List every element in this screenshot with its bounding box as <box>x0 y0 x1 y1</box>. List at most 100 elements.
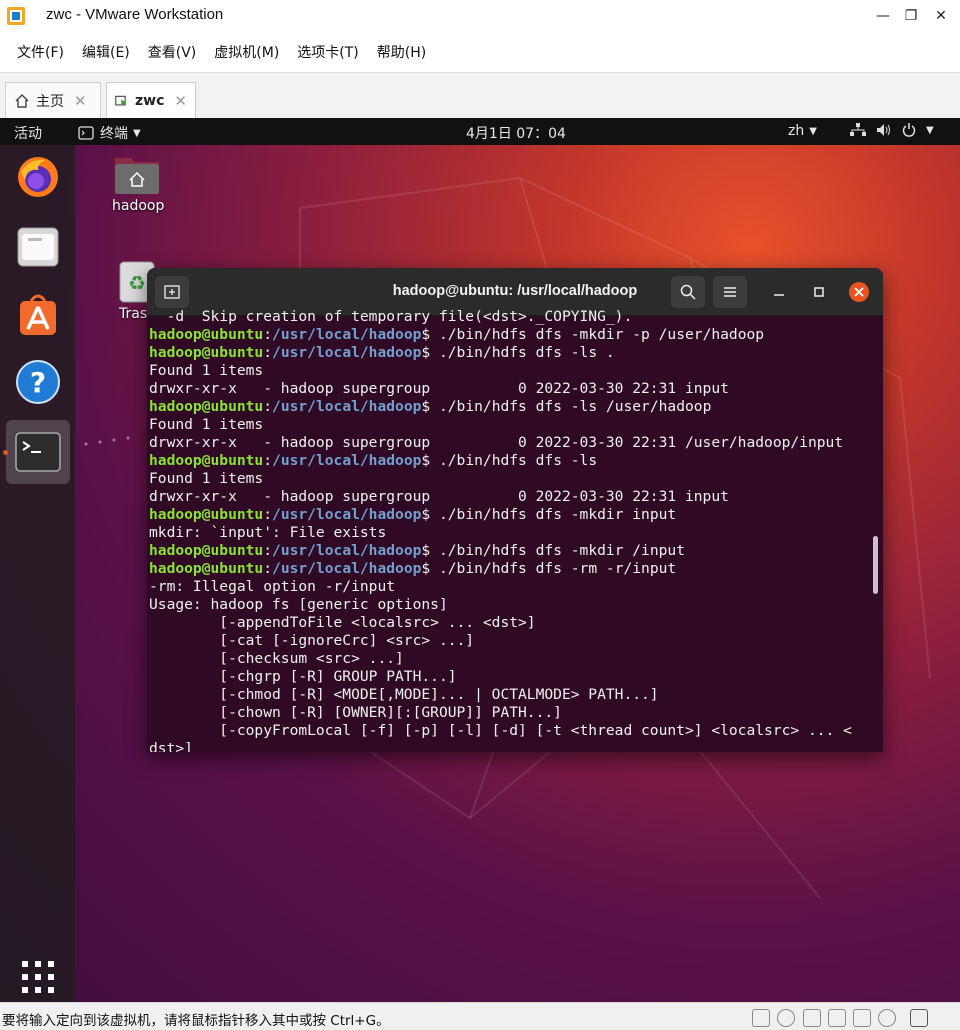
tab-zwc-close-icon[interactable]: ✕ <box>174 92 187 110</box>
menu-vm[interactable]: 虚拟机(M) <box>205 42 288 62</box>
terminal-scrollbar[interactable] <box>873 536 878 594</box>
menu-edit[interactable]: 编辑(E) <box>73 42 139 62</box>
prompt-separator: : <box>263 452 273 469</box>
prompt-path: /usr/local/hadoop <box>272 344 422 361</box>
prompt-separator: : <box>263 326 273 343</box>
prompt-path: /usr/local/hadoop <box>272 560 422 577</box>
search-icon <box>680 284 696 300</box>
command-text: $ ./bin/hdfs dfs -ls <box>421 452 598 469</box>
terminal-window[interactable]: hadoop@ubuntu: /usr/local/hadoop -d Skip… <box>147 268 883 752</box>
window-title: zwc - VMware Workstation <box>46 6 224 23</box>
close-icon[interactable] <box>848 281 870 303</box>
status-bar: 要将输入定向到该虚拟机，请将鼠标指针移入其中或按 Ctrl+G。 <box>0 1002 960 1030</box>
software-launcher[interactable] <box>14 290 62 338</box>
terminal-line: drwxr-xr-x - hadoop supergroup 0 2022-03… <box>149 380 729 397</box>
terminal-line: [-checksum <src> ...] <box>149 650 404 667</box>
terminal-line: mkdir: `input': File exists <box>149 524 387 541</box>
chevron-down-icon: ▼ <box>926 124 934 136</box>
status-message: 要将输入定向到该虚拟机，请将鼠标指针移入其中或按 Ctrl+G。 <box>2 1013 390 1029</box>
fullscreen-icon[interactable] <box>910 1009 928 1027</box>
show-applications-button[interactable] <box>14 953 62 1001</box>
input-method-indicator[interactable]: zh ▼ <box>788 123 817 139</box>
firefox-launcher[interactable] <box>14 153 62 201</box>
clock[interactable]: 4月1日 07：04 <box>466 123 566 143</box>
cdrom-icon[interactable] <box>777 1009 795 1027</box>
prompt-separator: : <box>263 560 273 577</box>
search-button[interactable] <box>671 276 705 308</box>
home-icon <box>15 93 29 108</box>
printer-icon[interactable] <box>878 1009 896 1027</box>
hdd-icon[interactable] <box>752 1009 770 1027</box>
prompt-user: hadoop@ubuntu <box>149 542 264 559</box>
menu-bar: 文件(F) 编辑(E) 查看(V) 虚拟机(M) 选项卡(T) 帮助(H) <box>0 32 960 72</box>
terminal-small-icon <box>78 126 94 140</box>
network-icon <box>850 123 866 136</box>
power-icon <box>902 123 916 137</box>
running-indicator <box>3 450 8 455</box>
hamburger-menu-button[interactable] <box>713 276 747 308</box>
maximize-icon[interactable] <box>813 286 825 298</box>
menu-file[interactable]: 文件(F) <box>8 42 73 62</box>
terminal-launcher[interactable] <box>14 428 62 476</box>
tab-home-close-icon[interactable]: ✕ <box>74 92 87 110</box>
tab-zwc-label: zwc <box>135 93 165 109</box>
home-folder-icon[interactable] <box>113 152 161 196</box>
prompt-user: hadoop@ubuntu <box>149 326 264 343</box>
dock: ? <box>0 145 75 1002</box>
help-icon: ? <box>16 360 60 404</box>
volume-icon <box>877 124 890 136</box>
firefox-icon <box>18 157 58 197</box>
chevron-down-icon: ▼ <box>809 125 817 137</box>
ubuntu-software-icon <box>20 294 56 335</box>
terminal-icon <box>15 432 61 472</box>
prompt-path: /usr/local/hadoop <box>272 326 422 343</box>
menu-tabs[interactable]: 选项卡(T) <box>288 42 367 62</box>
prompt-separator: : <box>263 542 273 559</box>
activities-button[interactable]: 活动 <box>14 123 42 143</box>
terminal-line: drwxr-xr-x - hadoop supergroup 0 2022-03… <box>149 434 844 451</box>
prompt-path: /usr/local/hadoop <box>272 542 422 559</box>
command-text: $ ./bin/hdfs dfs -ls /user/hadoop <box>421 398 712 415</box>
menu-help[interactable]: 帮助(H) <box>368 42 435 62</box>
gnome-top-bar: 活动 终端 ▼ 4月1日 07：04 zh ▼ ▼ <box>0 118 960 145</box>
tab-home[interactable]: 主页 ✕ <box>5 82 101 118</box>
sound-icon[interactable] <box>853 1009 871 1027</box>
terminal-line: [-chown [-R] [OWNER][:[GROUP]] PATH...] <box>149 704 562 721</box>
files-launcher[interactable] <box>14 222 62 270</box>
svg-text:♻: ♻ <box>128 271 146 295</box>
terminal-app-menu[interactable]: 终端 ▼ <box>78 123 141 143</box>
close-window-button[interactable]: ✕ <box>924 0 958 32</box>
network-adapter-icon[interactable] <box>803 1009 821 1027</box>
prompt-path: /usr/local/hadoop <box>272 398 422 415</box>
help-launcher[interactable]: ? <box>14 358 62 406</box>
terminal-line: drwxr-xr-x - hadoop supergroup 0 2022-03… <box>149 488 729 505</box>
terminal-line: [-chmod [-R] <MODE[,MODE]... | OCTALMODE… <box>149 686 659 703</box>
prompt-user: hadoop@ubuntu <box>149 344 264 361</box>
maximize-button[interactable]: ❐ <box>894 0 928 32</box>
command-text: $ ./bin/hdfs dfs -mkdir -p /user/hadoop <box>421 326 765 343</box>
vmware-logo-icon <box>7 7 25 25</box>
vm-display[interactable]: 活动 终端 ▼ 4月1日 07：04 zh ▼ ▼ ? hadoop ♻ Tra… <box>0 118 960 1002</box>
terminal-line: Found 1 items <box>149 416 264 433</box>
prompt-user: hadoop@ubuntu <box>149 398 264 415</box>
terminal-line: hadoop@ubuntu:/usr/local/hadoop$ ./bin/h… <box>149 344 871 362</box>
usb-icon[interactable] <box>828 1009 846 1027</box>
terminal-output[interactable]: -d Skip creation of temporary file(<dst>… <box>149 308 871 752</box>
minimize-icon[interactable] <box>773 287 785 297</box>
files-icon <box>17 227 59 267</box>
terminal-line: Found 1 items <box>149 362 264 379</box>
terminal-line: -rm: Illegal option -r/input <box>149 578 396 595</box>
prompt-separator: : <box>263 344 273 361</box>
system-menu[interactable]: ▼ <box>850 123 934 137</box>
svg-text:?: ? <box>30 366 46 399</box>
terminal-line: [-copyFromLocal [-f] [-p] [-l] [-d] [-t … <box>149 722 852 739</box>
prompt-path: /usr/local/hadoop <box>272 506 422 523</box>
app-grid-icon <box>22 961 54 993</box>
menu-view[interactable]: 查看(V) <box>139 42 206 62</box>
tab-zwc[interactable]: zwc ✕ <box>106 82 196 119</box>
tab-strip: 主页 ✕ zwc ✕ <box>0 72 960 119</box>
command-text: $ ./bin/hdfs dfs -mkdir input <box>421 506 677 523</box>
prompt-user: hadoop@ubuntu <box>149 506 264 523</box>
hamburger-menu-icon <box>724 287 736 297</box>
terminal-line: Usage: hadoop fs [generic options] <box>149 596 448 613</box>
